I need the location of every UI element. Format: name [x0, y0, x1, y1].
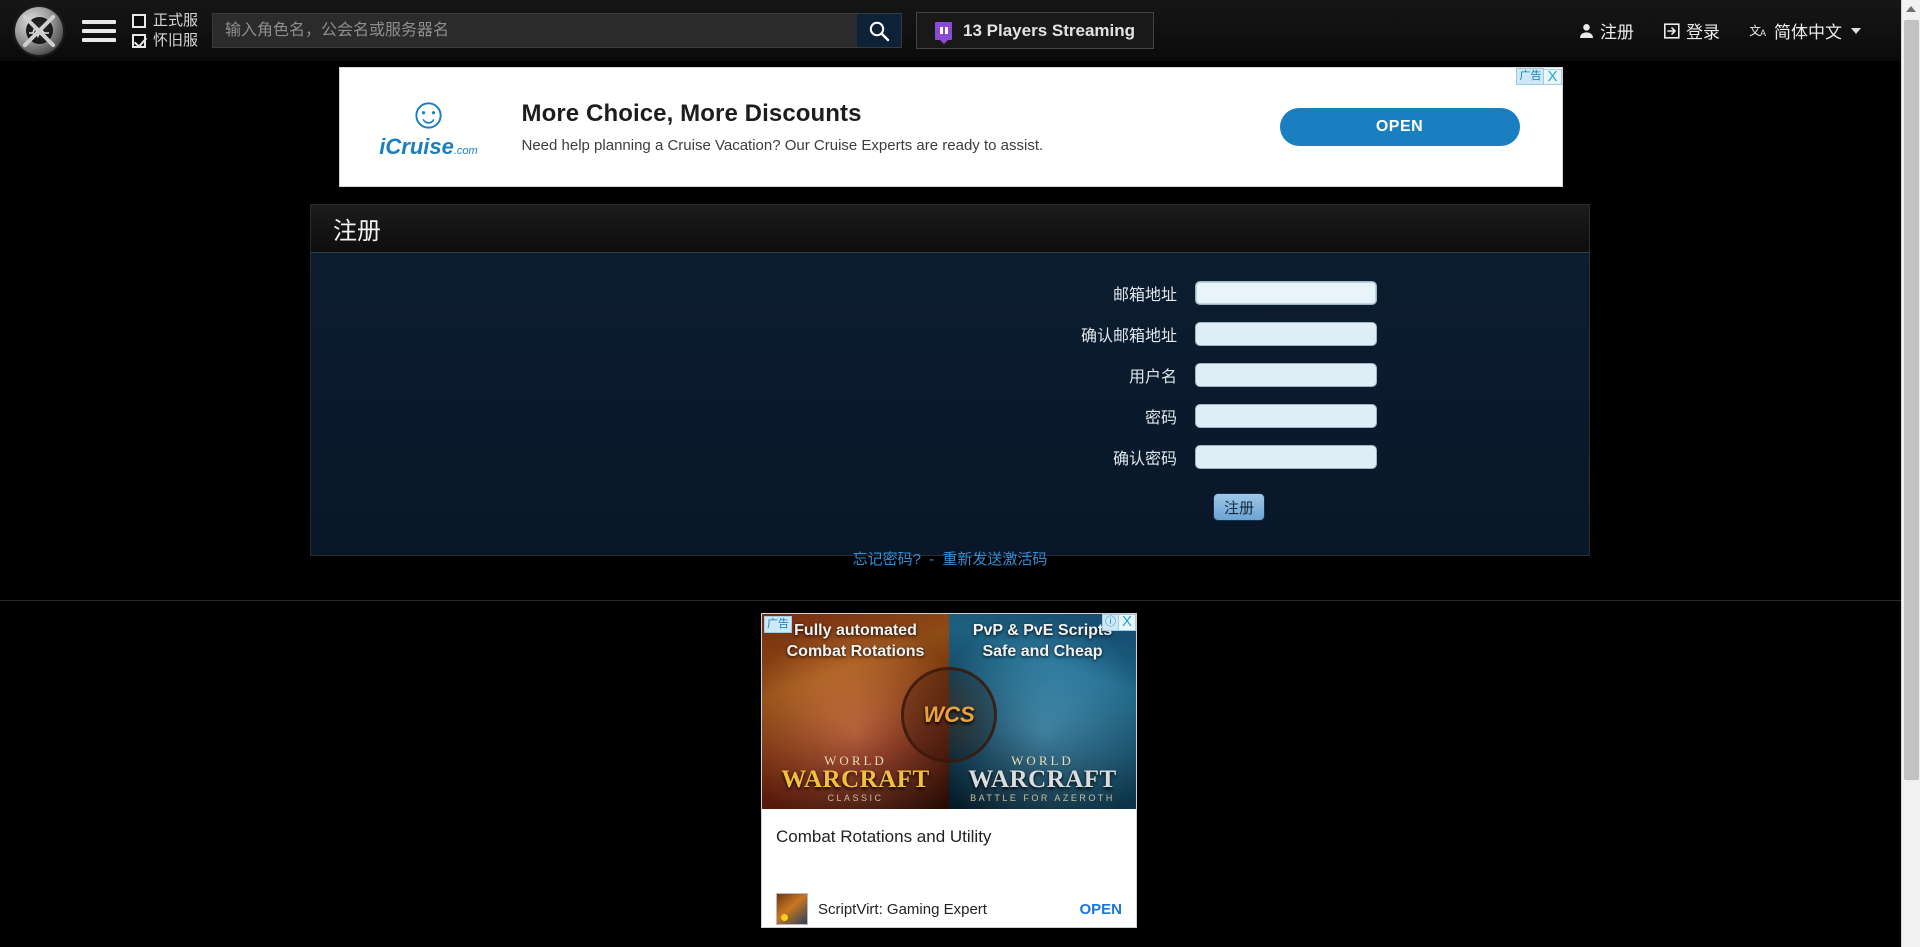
password-field[interactable] [1195, 404, 1377, 428]
register-panel: 注册 邮箱地址 确认邮箱地址 用户名 密码 确认密码 [310, 204, 1590, 556]
bottom-ad-body: Combat Rotations and Utility [762, 809, 1136, 847]
site-header: 正式服 怀旧服 13 Players Streaming [0, 0, 1901, 62]
user-icon [1579, 23, 1594, 39]
wow-classic-sub: CLASSIC [762, 794, 949, 803]
checkbox-unchecked-icon[interactable] [132, 14, 146, 28]
hamburger-line-icon [82, 29, 116, 33]
page-title: 注册 [333, 211, 381, 246]
scrollbar-thumb[interactable] [1904, 20, 1919, 780]
realm-filter-classic[interactable]: 怀旧服 [132, 33, 198, 48]
realm-filter-retail[interactable]: 正式服 [132, 13, 198, 28]
wow-classic-name: WARCRAFT [762, 767, 949, 792]
username-field[interactable] [1195, 363, 1377, 387]
scroll-up-button[interactable] [1902, 0, 1920, 18]
confirm-password-field[interactable] [1195, 445, 1377, 469]
confirm-email-label: 确认邮箱地址 [311, 322, 1195, 346]
form-row-password: 密码 [311, 404, 1589, 428]
bottom-ad-creative: Fully automated Combat Rotations PvP & P… [762, 614, 1136, 809]
form-row-confirm-email: 确认邮箱地址 [311, 322, 1589, 346]
login-nav-label: 登录 [1686, 18, 1720, 43]
register-form: 邮箱地址 确认邮箱地址 用户名 密码 确认密码 注册 [311, 253, 1589, 555]
form-row-confirm-password: 确认密码 [311, 445, 1589, 469]
logo-icon [15, 7, 63, 55]
close-icon[interactable]: X [1119, 614, 1136, 631]
wow-classic-logo: WORLD WARCRAFT CLASSIC [762, 754, 949, 803]
ad-choices-badge[interactable]: 广告 [1516, 68, 1544, 85]
email-label: 邮箱地址 [311, 281, 1195, 305]
menu-button[interactable] [82, 20, 116, 42]
search-input[interactable] [213, 14, 857, 47]
advertiser-logo: ☺ iCruise.com [340, 94, 500, 160]
forgot-password-link[interactable]: 忘记密码? [853, 551, 921, 568]
top-ad-subtitle: Need help planning a Cruise Vacation? Ou… [522, 137, 1280, 154]
sign-in-icon [1664, 23, 1680, 39]
bottom-ad-advertiser: ScriptVirt: Gaming Expert [818, 901, 1079, 918]
close-icon[interactable]: X [1544, 69, 1561, 85]
twitch-streaming-label: 13 Players Streaming [963, 21, 1135, 41]
top-ad-banner[interactable]: 广告 X ☺ iCruise.com More Choice, More Dis… [339, 67, 1563, 187]
ad-choices-badge[interactable]: 广告 [764, 616, 792, 633]
submit-spacer [311, 493, 1195, 521]
realm-filter-retail-label: 正式服 [153, 13, 198, 28]
site-logo[interactable] [0, 0, 78, 62]
email-field[interactable] [1195, 281, 1377, 305]
register-panel-header: 注册 [311, 205, 1589, 253]
chevron-up-icon [1906, 6, 1916, 12]
realm-filter-classic-label: 怀旧服 [153, 33, 198, 48]
username-label: 用户名 [311, 363, 1195, 387]
wow-bfa-sub: BATTLE FOR AZEROTH [949, 794, 1136, 803]
search-button[interactable] [857, 14, 901, 47]
wow-bfa-name: WARCRAFT [949, 767, 1136, 792]
svg-text:A: A [1760, 28, 1766, 38]
wcs-logo-text: WCS [923, 702, 974, 728]
search-box [212, 13, 902, 48]
register-nav-label: 注册 [1600, 18, 1634, 43]
bottom-ad-footer: ScriptVirt: Gaming Expert OPEN [762, 893, 1136, 925]
hamburger-line-icon [82, 38, 116, 42]
confirm-password-label: 确认密码 [311, 445, 1195, 469]
translate-icon: 文 A [1750, 23, 1768, 39]
creative-left-line2: Combat Rotations [762, 641, 949, 662]
advertiser-avatar [776, 893, 808, 925]
login-nav-button[interactable]: 登录 [1664, 18, 1720, 43]
language-selector[interactable]: 文 A 简体中文 [1750, 18, 1861, 43]
top-ad-open-button[interactable]: OPEN [1280, 108, 1520, 146]
language-selector-label: 简体中文 [1774, 18, 1842, 43]
wcs-logo-icon: WCS [901, 667, 997, 763]
link-separator: - [929, 551, 934, 568]
page-scrollbar[interactable] [1901, 0, 1920, 947]
form-row-email: 邮箱地址 [311, 281, 1589, 305]
bottom-ad-open-button[interactable]: OPEN [1079, 901, 1122, 918]
top-ad-text: More Choice, More Discounts Need help pl… [500, 100, 1280, 154]
cruise-glyph-icon: ☺ [406, 94, 451, 134]
form-row-username: 用户名 [311, 363, 1589, 387]
advertiser-brand: iCruise.com [379, 134, 477, 160]
chevron-down-icon [1851, 28, 1861, 34]
bottom-ad-card[interactable]: Fully automated Combat Rotations PvP & P… [761, 613, 1137, 928]
bottom-ad-controls: ⓘ X [1102, 614, 1136, 631]
top-ad-controls: 广告 X [1516, 68, 1561, 85]
search-icon [868, 20, 890, 42]
twitch-icon [935, 22, 952, 40]
bottom-ad-headline: Combat Rotations and Utility [776, 827, 1122, 847]
twitch-streaming-button[interactable]: 13 Players Streaming [916, 12, 1154, 49]
realm-filter-group: 正式服 怀旧服 [132, 13, 198, 48]
form-row-submit: 注册 [311, 493, 1589, 521]
auth-helper-links: 忘记密码? - 重新发送激活码 [310, 548, 1590, 569]
page-root: 正式服 怀旧服 13 Players Streaming [0, 0, 1920, 947]
register-submit-button[interactable]: 注册 [1213, 493, 1265, 521]
wow-bfa-logo: WORLD WARCRAFT BATTLE FOR AZEROTH [949, 754, 1136, 803]
top-ad-container: 广告 X ☺ iCruise.com More Choice, More Dis… [0, 63, 1901, 187]
header-right-nav: 注册 登录 文 A 简体中文 [1579, 18, 1901, 43]
register-nav-button[interactable]: 注册 [1579, 18, 1634, 43]
checkbox-checked-icon[interactable] [132, 34, 146, 48]
resend-activation-link[interactable]: 重新发送激活码 [942, 551, 1047, 568]
top-ad-title: More Choice, More Discounts [522, 100, 1280, 128]
content-divider [0, 600, 1901, 601]
ad-info-badge[interactable]: ⓘ [1102, 614, 1119, 631]
confirm-email-field[interactable] [1195, 322, 1377, 346]
password-label: 密码 [311, 404, 1195, 428]
hamburger-line-icon [82, 20, 116, 24]
creative-right-line2: Safe and Cheap [949, 641, 1136, 662]
